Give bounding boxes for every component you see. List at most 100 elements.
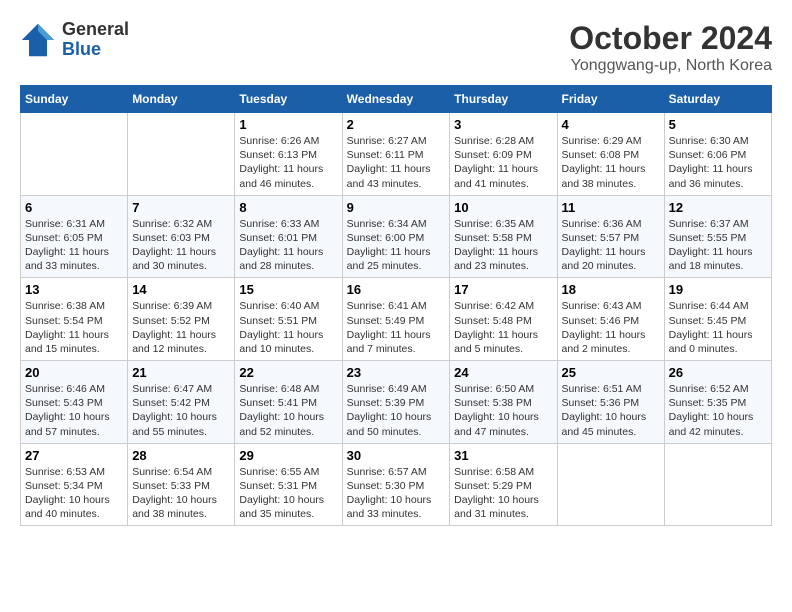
weekday-header: Monday bbox=[128, 86, 235, 113]
month-title: October 2024 bbox=[569, 20, 772, 57]
calendar-cell: 24 Sunrise: 6:50 AM Sunset: 5:38 PM Dayli… bbox=[450, 361, 557, 444]
calendar-cell: 21 Sunrise: 6:47 AM Sunset: 5:42 PM Dayli… bbox=[128, 361, 235, 444]
calendar-week-row: 13Sunrise: 6:38 AM Sunset: 5:54 PM Dayli… bbox=[21, 278, 772, 361]
calendar-cell: 25Sunrise: 6:51 AM Sunset: 5:36 PM Dayli… bbox=[557, 361, 664, 444]
day-info: Sunrise: 6:32 AM Sunset: 6:03 PM Dayligh… bbox=[132, 217, 230, 274]
page-header: General Blue October 2024 Yonggwang-up, … bbox=[20, 20, 772, 75]
calendar-cell: 11 Sunrise: 6:36 AM Sunset: 5:57 PM Dayli… bbox=[557, 195, 664, 278]
day-number: 1 bbox=[239, 117, 337, 132]
logo-general: General bbox=[62, 19, 129, 39]
day-number: 4 bbox=[562, 117, 660, 132]
calendar-cell: 18 Sunrise: 6:43 AM Sunset: 5:46 PM Dayli… bbox=[557, 278, 664, 361]
day-info: Sunrise: 6:52 AM Sunset: 5:35 PM Dayligh… bbox=[669, 382, 767, 439]
day-info: Sunrise: 6:26 AM Sunset: 6:13 PM Dayligh… bbox=[239, 134, 337, 191]
calendar-cell: 13Sunrise: 6:38 AM Sunset: 5:54 PM Dayli… bbox=[21, 278, 128, 361]
calendar-cell: 2 Sunrise: 6:27 AM Sunset: 6:11 PM Daylig… bbox=[342, 113, 450, 196]
calendar-cell: 20 Sunrise: 6:46 AM Sunset: 5:43 PM Dayli… bbox=[21, 361, 128, 444]
day-number: 18 bbox=[562, 282, 660, 297]
calendar-cell bbox=[664, 443, 771, 526]
calendar-cell: 5 Sunrise: 6:30 AM Sunset: 6:06 PM Daylig… bbox=[664, 113, 771, 196]
day-info: Sunrise: 6:46 AM Sunset: 5:43 PM Dayligh… bbox=[25, 382, 123, 439]
day-info: Sunrise: 6:57 AM Sunset: 5:30 PM Dayligh… bbox=[347, 465, 446, 522]
calendar-week-row: 6 Sunrise: 6:31 AM Sunset: 6:05 PM Daylig… bbox=[21, 195, 772, 278]
logo-icon bbox=[20, 22, 56, 58]
calendar-cell: 12Sunrise: 6:37 AM Sunset: 5:55 PM Dayli… bbox=[664, 195, 771, 278]
day-info: Sunrise: 6:27 AM Sunset: 6:11 PM Dayligh… bbox=[347, 134, 446, 191]
calendar-cell: 6 Sunrise: 6:31 AM Sunset: 6:05 PM Daylig… bbox=[21, 195, 128, 278]
calendar-cell: 16Sunrise: 6:41 AM Sunset: 5:49 PM Dayli… bbox=[342, 278, 450, 361]
calendar-cell: 23Sunrise: 6:49 AM Sunset: 5:39 PM Dayli… bbox=[342, 361, 450, 444]
logo: General Blue bbox=[20, 20, 129, 60]
day-info: Sunrise: 6:36 AM Sunset: 5:57 PM Dayligh… bbox=[562, 217, 660, 274]
day-number: 10 bbox=[454, 200, 552, 215]
weekday-header: Wednesday bbox=[342, 86, 450, 113]
day-info: Sunrise: 6:54 AM Sunset: 5:33 PM Dayligh… bbox=[132, 465, 230, 522]
day-number: 14 bbox=[132, 282, 230, 297]
day-number: 7 bbox=[132, 200, 230, 215]
day-info: Sunrise: 6:31 AM Sunset: 6:05 PM Dayligh… bbox=[25, 217, 123, 274]
day-number: 24 bbox=[454, 365, 552, 380]
calendar: SundayMondayTuesdayWednesdayThursdayFrid… bbox=[20, 85, 772, 526]
day-info: Sunrise: 6:43 AM Sunset: 5:46 PM Dayligh… bbox=[562, 299, 660, 356]
day-info: Sunrise: 6:53 AM Sunset: 5:34 PM Dayligh… bbox=[25, 465, 123, 522]
day-number: 20 bbox=[25, 365, 123, 380]
weekday-header: Sunday bbox=[21, 86, 128, 113]
day-info: Sunrise: 6:42 AM Sunset: 5:48 PM Dayligh… bbox=[454, 299, 552, 356]
day-info: Sunrise: 6:48 AM Sunset: 5:41 PM Dayligh… bbox=[239, 382, 337, 439]
day-number: 19 bbox=[669, 282, 767, 297]
day-info: Sunrise: 6:29 AM Sunset: 6:08 PM Dayligh… bbox=[562, 134, 660, 191]
calendar-cell: 31 Sunrise: 6:58 AM Sunset: 5:29 PM Dayli… bbox=[450, 443, 557, 526]
calendar-cell: 28 Sunrise: 6:54 AM Sunset: 5:33 PM Dayli… bbox=[128, 443, 235, 526]
weekday-header: Thursday bbox=[450, 86, 557, 113]
logo-blue: Blue bbox=[62, 39, 101, 59]
title-block: October 2024 Yonggwang-up, North Korea bbox=[569, 20, 772, 75]
day-number: 28 bbox=[132, 448, 230, 463]
calendar-cell: 26Sunrise: 6:52 AM Sunset: 5:35 PM Dayli… bbox=[664, 361, 771, 444]
calendar-cell: 1 Sunrise: 6:26 AM Sunset: 6:13 PM Daylig… bbox=[235, 113, 342, 196]
day-number: 8 bbox=[239, 200, 337, 215]
calendar-cell: 10 Sunrise: 6:35 AM Sunset: 5:58 PM Dayli… bbox=[450, 195, 557, 278]
weekday-header: Tuesday bbox=[235, 86, 342, 113]
calendar-cell: 30Sunrise: 6:57 AM Sunset: 5:30 PM Dayli… bbox=[342, 443, 450, 526]
day-info: Sunrise: 6:51 AM Sunset: 5:36 PM Dayligh… bbox=[562, 382, 660, 439]
day-info: Sunrise: 6:58 AM Sunset: 5:29 PM Dayligh… bbox=[454, 465, 552, 522]
calendar-cell: 7 Sunrise: 6:32 AM Sunset: 6:03 PM Daylig… bbox=[128, 195, 235, 278]
day-number: 5 bbox=[669, 117, 767, 132]
calendar-cell: 27Sunrise: 6:53 AM Sunset: 5:34 PM Dayli… bbox=[21, 443, 128, 526]
calendar-cell bbox=[128, 113, 235, 196]
day-info: Sunrise: 6:50 AM Sunset: 5:38 PM Dayligh… bbox=[454, 382, 552, 439]
day-number: 11 bbox=[562, 200, 660, 215]
day-info: Sunrise: 6:44 AM Sunset: 5:45 PM Dayligh… bbox=[669, 299, 767, 356]
day-info: Sunrise: 6:47 AM Sunset: 5:42 PM Dayligh… bbox=[132, 382, 230, 439]
day-number: 12 bbox=[669, 200, 767, 215]
calendar-cell: 17 Sunrise: 6:42 AM Sunset: 5:48 PM Dayli… bbox=[450, 278, 557, 361]
day-number: 31 bbox=[454, 448, 552, 463]
day-info: Sunrise: 6:41 AM Sunset: 5:49 PM Dayligh… bbox=[347, 299, 446, 356]
day-info: Sunrise: 6:49 AM Sunset: 5:39 PM Dayligh… bbox=[347, 382, 446, 439]
calendar-header-row: SundayMondayTuesdayWednesdayThursdayFrid… bbox=[21, 86, 772, 113]
location: Yonggwang-up, North Korea bbox=[569, 57, 772, 75]
day-number: 21 bbox=[132, 365, 230, 380]
calendar-cell: 3Sunrise: 6:28 AM Sunset: 6:09 PM Daylig… bbox=[450, 113, 557, 196]
calendar-cell: 15 Sunrise: 6:40 AM Sunset: 5:51 PM Dayli… bbox=[235, 278, 342, 361]
calendar-cell bbox=[557, 443, 664, 526]
day-number: 17 bbox=[454, 282, 552, 297]
day-info: Sunrise: 6:35 AM Sunset: 5:58 PM Dayligh… bbox=[454, 217, 552, 274]
day-number: 15 bbox=[239, 282, 337, 297]
calendar-week-row: 20 Sunrise: 6:46 AM Sunset: 5:43 PM Dayli… bbox=[21, 361, 772, 444]
day-number: 2 bbox=[347, 117, 446, 132]
day-number: 29 bbox=[239, 448, 337, 463]
day-info: Sunrise: 6:30 AM Sunset: 6:06 PM Dayligh… bbox=[669, 134, 767, 191]
day-number: 3 bbox=[454, 117, 552, 132]
calendar-cell: 22 Sunrise: 6:48 AM Sunset: 5:41 PM Dayli… bbox=[235, 361, 342, 444]
day-info: Sunrise: 6:38 AM Sunset: 5:54 PM Dayligh… bbox=[25, 299, 123, 356]
day-info: Sunrise: 6:55 AM Sunset: 5:31 PM Dayligh… bbox=[239, 465, 337, 522]
day-number: 22 bbox=[239, 365, 337, 380]
calendar-cell: 8Sunrise: 6:33 AM Sunset: 6:01 PM Daylig… bbox=[235, 195, 342, 278]
calendar-week-row: 27Sunrise: 6:53 AM Sunset: 5:34 PM Dayli… bbox=[21, 443, 772, 526]
day-info: Sunrise: 6:40 AM Sunset: 5:51 PM Dayligh… bbox=[239, 299, 337, 356]
weekday-header: Friday bbox=[557, 86, 664, 113]
day-number: 6 bbox=[25, 200, 123, 215]
calendar-cell: 14Sunrise: 6:39 AM Sunset: 5:52 PM Dayli… bbox=[128, 278, 235, 361]
weekday-header: Saturday bbox=[664, 86, 771, 113]
